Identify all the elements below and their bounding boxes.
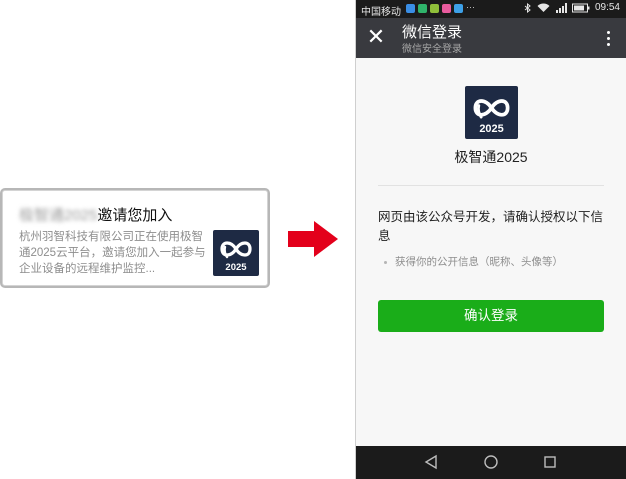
infinity-logo-icon: 2025 <box>220 241 252 273</box>
invite-title: 极智通2025邀请您加入 <box>19 204 172 225</box>
status-bar: 中国移动 ··· 09:54 <box>356 0 626 18</box>
back-icon[interactable] <box>424 454 438 470</box>
notification-app-icon <box>406 4 415 13</box>
invite-title-blurred-name: 极智通2025 <box>19 207 98 224</box>
app-name: 极智通2025 <box>454 149 528 165</box>
notification-app-icon <box>418 4 427 13</box>
nav-bar <box>356 446 626 479</box>
carrier-label: 中国移动 <box>361 7 401 18</box>
notification-icons: ··· <box>406 2 475 13</box>
more-notifications-icon: ··· <box>466 2 475 12</box>
app-logo-small: 2025 <box>213 230 259 276</box>
page-title: 微信登录 <box>402 24 463 41</box>
app-logo: 2025 <box>465 86 518 139</box>
status-right: 09:54 <box>524 2 620 13</box>
divider <box>378 185 604 186</box>
permission-item: 获得你的公开信息（昵称、头像等） <box>384 254 563 269</box>
card-logo-text: 2025 <box>225 262 247 273</box>
auth-heading: 网页由该公众号开发，请确认授权以下信息 <box>378 210 604 243</box>
login-content: 2025 极智通2025 网页由该公众号开发，请确认授权以下信息 获得你的公开信… <box>356 58 626 446</box>
wifi-icon <box>537 3 550 12</box>
notification-app-icon <box>454 4 463 13</box>
notification-app-icon <box>430 4 439 13</box>
notification-app-icon <box>442 4 451 13</box>
permission-item-label: 获得你的公开信息（昵称、头像等） <box>395 256 563 268</box>
phone-screen: 中国移动 ··· 09:54 ✕ 微信登录 微信安全登录 2025 极智通202… <box>355 0 626 479</box>
signal-icon <box>555 2 567 13</box>
arrow-right-icon <box>288 221 338 257</box>
home-icon[interactable] <box>483 454 499 470</box>
title-bar: ✕ 微信登录 微信安全登录 <box>356 18 626 58</box>
invite-title-text: 邀请您加入 <box>97 207 173 224</box>
page-subtitle: 微信安全登录 <box>402 44 462 55</box>
infinity-logo-icon: 2025 <box>473 99 510 135</box>
bullet-icon <box>384 260 387 264</box>
invite-description: 杭州羽智科技有限公司正在使用极智通2025云平台，邀请您加入一起参与企业设备的远… <box>19 231 206 275</box>
recent-apps-icon[interactable] <box>544 456 556 468</box>
close-icon[interactable]: ✕ <box>364 26 388 50</box>
app-logo-text: 2025 <box>479 123 503 135</box>
battery-icon <box>571 3 590 12</box>
clock: 09:54 <box>594 2 620 13</box>
bluetooth-icon <box>524 2 531 13</box>
invite-card[interactable]: 极智通2025邀请您加入 杭州羽智科技有限公司正在使用极智通2025云平台，邀请… <box>2 190 268 286</box>
confirm-login-button[interactable]: 确认登录 <box>378 300 604 332</box>
more-vertical-icon[interactable] <box>598 26 618 50</box>
